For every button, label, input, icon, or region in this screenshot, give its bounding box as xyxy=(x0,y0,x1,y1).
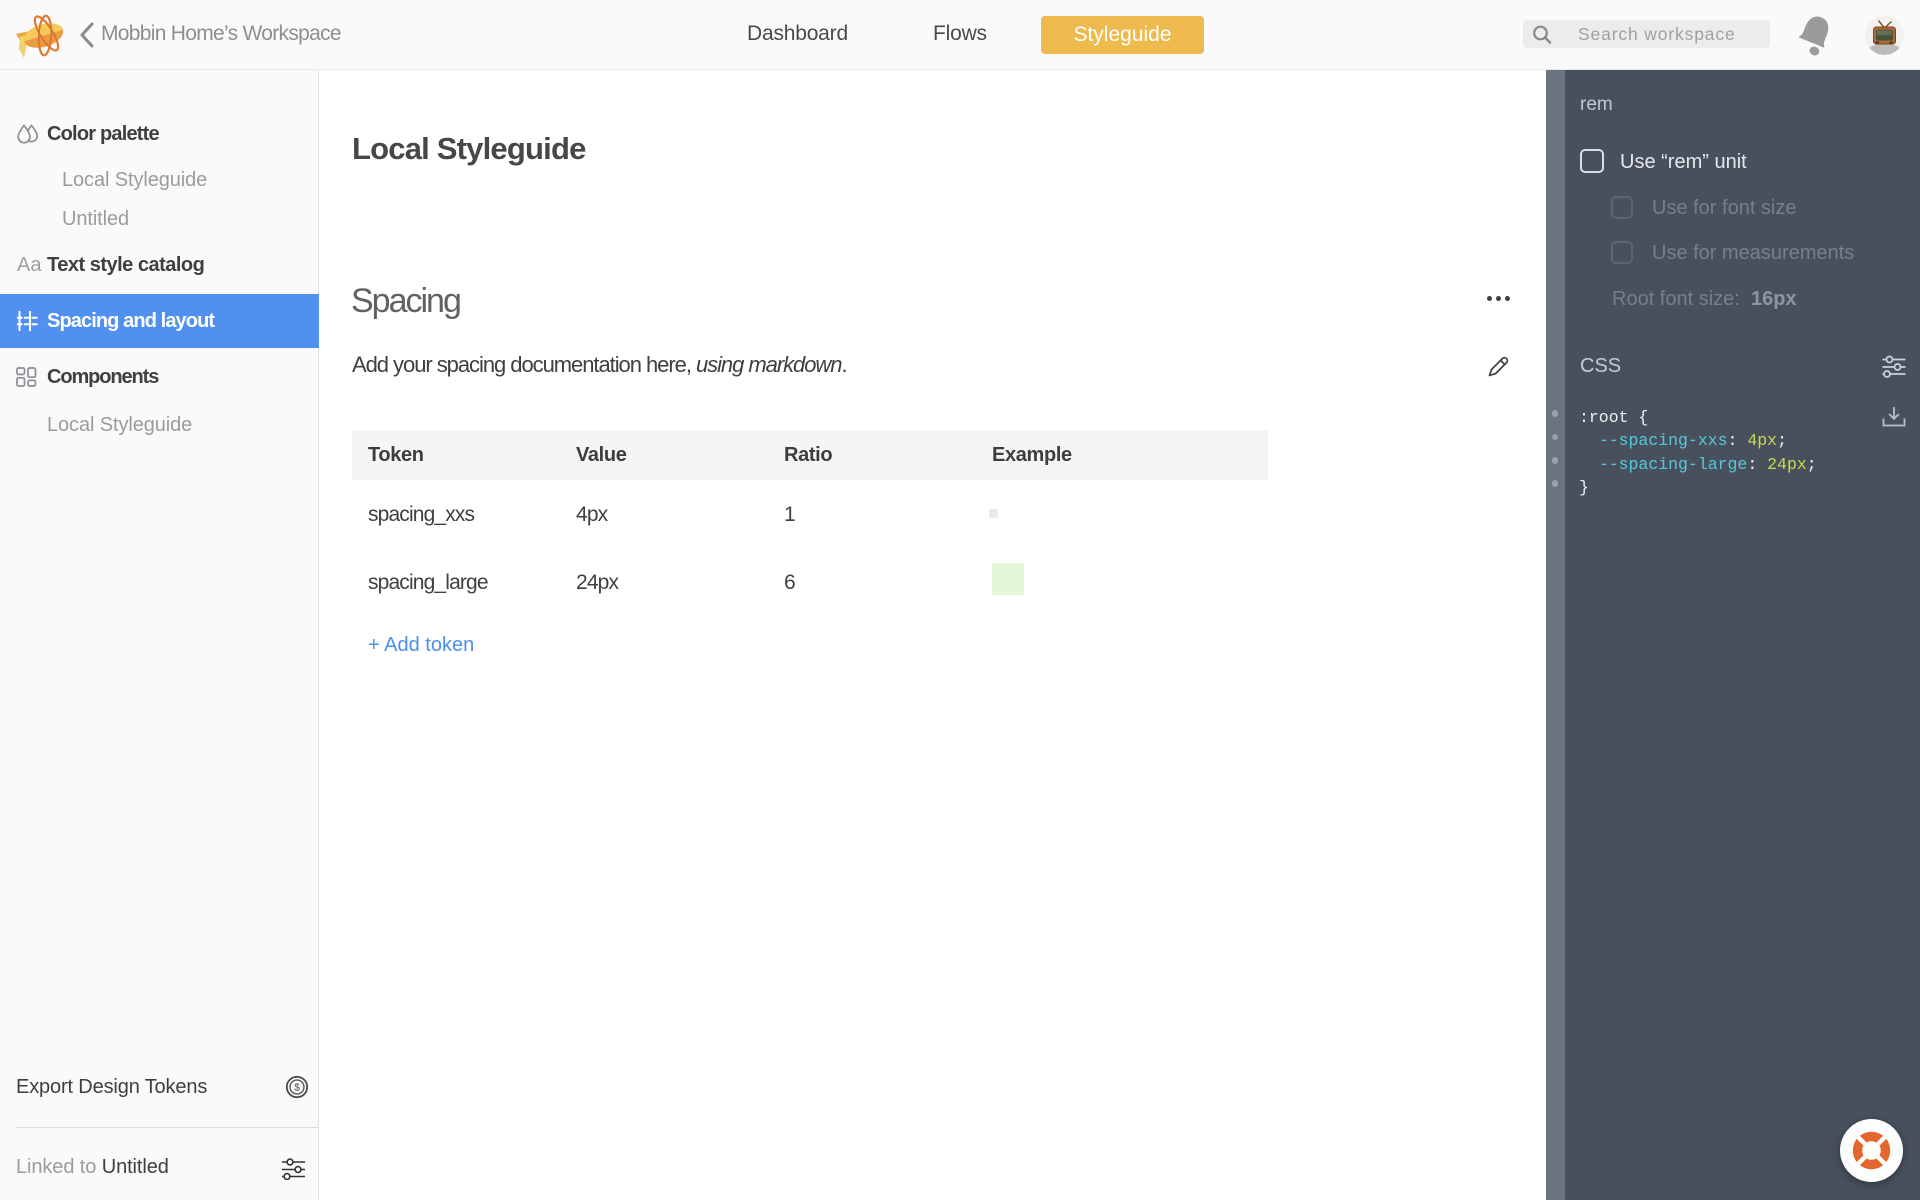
svg-text:$: $ xyxy=(294,1083,300,1094)
